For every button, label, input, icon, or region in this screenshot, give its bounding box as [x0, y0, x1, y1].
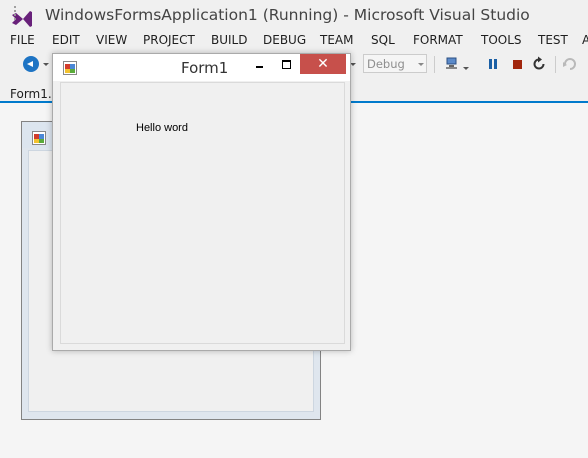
attach-dropdown-arrow-icon[interactable]	[463, 67, 469, 70]
toolbar-separator	[555, 56, 556, 73]
stop-icon[interactable]	[513, 60, 522, 69]
menu-sql[interactable]: SQL	[371, 33, 395, 47]
back-dropdown-arrow-icon[interactable]	[43, 63, 49, 66]
menu-file[interactable]: FILE	[10, 33, 35, 47]
menu-team[interactable]: TEAM	[320, 33, 353, 47]
form1-client-area	[60, 82, 345, 344]
restart-icon[interactable]	[531, 56, 547, 72]
toolbar-grip[interactable]	[13, 5, 17, 21]
close-icon[interactable]: ✕	[300, 54, 346, 74]
attach-process-icon[interactable]	[444, 56, 460, 72]
maximize-button[interactable]	[274, 54, 298, 76]
menu-project[interactable]: PROJECT	[143, 33, 195, 47]
menu-edit[interactable]: EDIT	[52, 33, 80, 47]
pause-icon[interactable]	[487, 58, 499, 70]
menu-debug[interactable]: DEBUG	[263, 33, 306, 47]
show-next-statement-icon[interactable]	[562, 56, 578, 72]
chevron-down-icon	[418, 63, 424, 66]
app-title: WindowsFormsApplication1 (Running) - Mic…	[45, 6, 530, 24]
back-icon[interactable]	[23, 56, 39, 72]
menu-analyze[interactable]: A	[582, 33, 588, 47]
menu-tools[interactable]: TOOLS	[481, 33, 522, 47]
form1-title: Form1	[181, 59, 229, 77]
minimize-button[interactable]	[248, 54, 272, 76]
menu-format[interactable]: FORMAT	[413, 33, 463, 47]
toolbar-separator	[434, 56, 435, 73]
hello-label: Hello word	[136, 122, 188, 134]
form-icon	[32, 131, 46, 145]
form-icon	[63, 61, 77, 75]
menu-view[interactable]: VIEW	[96, 33, 127, 47]
configuration-value: Debug	[367, 57, 405, 71]
menu-test[interactable]: TEST	[538, 33, 568, 47]
menu-build[interactable]: BUILD	[211, 33, 247, 47]
menu-bar: FILE EDIT VIEW PROJECT BUILD DEBUG TEAM …	[0, 32, 588, 52]
